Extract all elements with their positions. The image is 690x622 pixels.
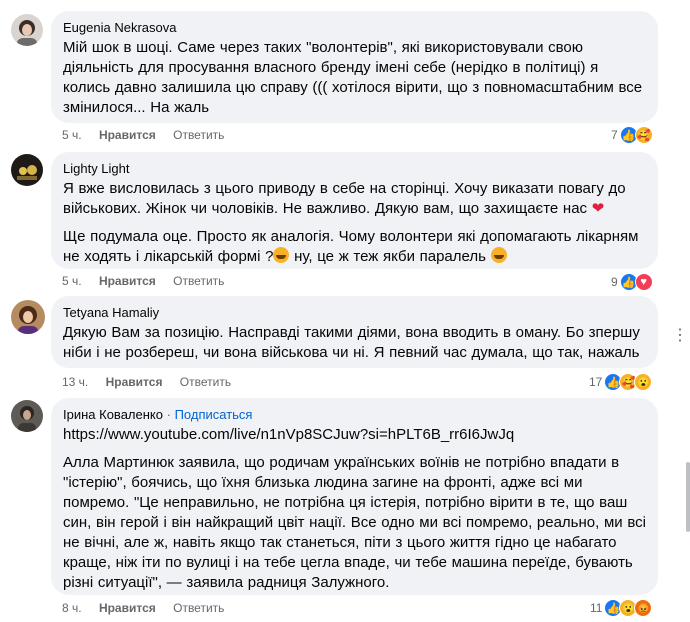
comment-author: Ірина Коваленко · Подписаться	[63, 406, 646, 423]
comment-author[interactable]: Tetyana Hamaliy	[63, 304, 646, 321]
comment-paragraph: ну, це ж теж якби паралель	[294, 248, 486, 265]
avatar[interactable]	[11, 400, 43, 432]
comment-actions: 5 ч. Нравится Ответить	[62, 273, 238, 289]
follow-button[interactable]: Подписаться	[175, 407, 253, 422]
heart-emoji-icon: ❤	[591, 200, 605, 217]
reaction-count: 17	[589, 375, 603, 389]
comment-link[interactable]: https://www.youtube.com/live/n1nVp8SCJuw…	[63, 425, 646, 445]
reply-button[interactable]: Ответить	[173, 128, 224, 142]
comment-text: Мій шок в шоці. Саме через таких "волонт…	[63, 39, 643, 116]
laughing-emoji-icon	[490, 247, 507, 263]
comment-bubble: Lighty Light Я вже висловилась з цього п…	[51, 152, 658, 269]
like-button[interactable]: Нравится	[99, 601, 156, 615]
reply-button[interactable]: Ответить	[180, 375, 231, 389]
author-name[interactable]: Ірина Коваленко	[63, 407, 163, 422]
separator: ·	[166, 407, 171, 422]
angry-icon: 😡	[634, 599, 653, 617]
comment-bubble: Ірина Коваленко · Подписаться https://ww…	[51, 398, 658, 595]
care-icon: 🥰	[634, 126, 653, 144]
comment-bubble: Eugenia Nekrasova Мій шок в шоці. Саме ч…	[51, 11, 658, 123]
timestamp[interactable]: 5 ч.	[62, 274, 82, 288]
like-button[interactable]: Нравится	[106, 375, 163, 389]
timestamp[interactable]: 13 ч.	[62, 375, 88, 389]
reply-button[interactable]: Ответить	[173, 274, 224, 288]
comment-paragraph: Я вже висловилась з цього приводу в себе…	[63, 180, 626, 217]
reaction-count: 11	[590, 601, 603, 615]
comment-text-2: Ще подумала оце. Просто як аналогія. Чом…	[63, 227, 646, 267]
reactions-summary[interactable]: 17 👍 🥰 😮	[589, 373, 653, 391]
comment-actions: 8 ч. Нравится Ответить	[62, 600, 238, 616]
comment-author[interactable]: Eugenia Nekrasova	[63, 19, 646, 36]
timestamp[interactable]: 8 ч.	[62, 601, 82, 615]
avatar[interactable]	[11, 300, 45, 334]
timestamp[interactable]: 5 ч.	[62, 128, 82, 142]
scrollbar[interactable]	[686, 462, 690, 532]
avatar[interactable]	[11, 14, 43, 46]
comment-bubble: Tetyana Hamaliy Дякую Вам за позицію. На…	[51, 296, 658, 368]
reaction-count: 7	[611, 128, 618, 142]
comment-actions: 13 ч. Нравится Ответить	[62, 374, 245, 390]
laughing-emoji-icon	[273, 247, 290, 263]
wow-icon: 😮	[634, 373, 653, 391]
reaction-count: 9	[611, 275, 618, 289]
avatar[interactable]	[11, 154, 43, 186]
reactions-summary[interactable]: 7 👍 🥰	[611, 126, 653, 144]
comment-text: Дякую Вам за позицію. Насправді такими д…	[63, 324, 640, 361]
comment-actions: 5 ч. Нравится Ответить	[62, 127, 238, 143]
reply-button[interactable]: Ответить	[173, 601, 224, 615]
reactions-summary[interactable]: 9 👍 ♥	[611, 273, 653, 291]
comment-text: Я вже висловилась з цього приводу в себе…	[63, 179, 646, 219]
comment-author[interactable]: Lighty Light	[63, 160, 646, 177]
comment-text: Алла Мартинюк заявила, що родичам україн…	[63, 454, 646, 591]
more-options-icon[interactable]: ⋮	[672, 325, 688, 345]
like-button[interactable]: Нравится	[99, 274, 156, 288]
love-icon: ♥	[634, 273, 653, 291]
like-button[interactable]: Нравится	[99, 128, 156, 142]
reactions-summary[interactable]: 11 👍 😮 😡	[590, 599, 653, 617]
